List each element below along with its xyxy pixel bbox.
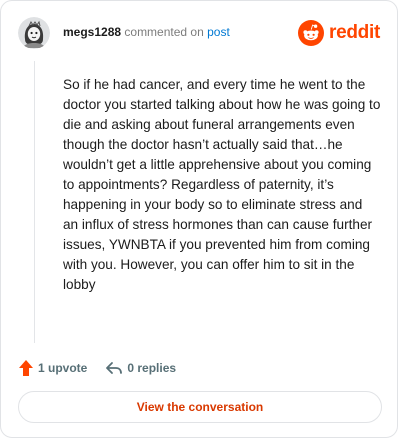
- upvote-arrow-icon: [19, 360, 33, 376]
- comment-card: megs1288 commented on post reddit So if …: [0, 0, 398, 438]
- avatar-icon: [18, 17, 50, 49]
- replies-count: 0 replies: [127, 361, 177, 375]
- comment-header: megs1288 commented on post reddit: [18, 17, 380, 49]
- reply-arrow-icon: [106, 362, 123, 374]
- replies-button[interactable]: 0 replies: [105, 360, 176, 376]
- post-link[interactable]: post: [207, 25, 230, 39]
- view-conversation-button[interactable]: View the conversation: [18, 391, 382, 423]
- comment-body: So if he had cancer, and every time he w…: [63, 77, 381, 292]
- comment-actions: 1 upvote 0 replies: [18, 357, 176, 379]
- upvote-count: 1 upvote: [38, 361, 88, 375]
- reddit-snoo-icon: [298, 20, 325, 46]
- upvote-button[interactable]: 1 upvote: [18, 359, 87, 377]
- commented-on-text: commented on: [124, 25, 204, 39]
- avatar[interactable]: [18, 17, 50, 49]
- username-link[interactable]: megs1288: [63, 25, 121, 39]
- byline: megs1288 commented on post: [63, 25, 230, 39]
- reddit-logo[interactable]: reddit: [298, 20, 380, 46]
- thread-line: [34, 61, 35, 343]
- reddit-wordmark: reddit: [329, 22, 380, 43]
